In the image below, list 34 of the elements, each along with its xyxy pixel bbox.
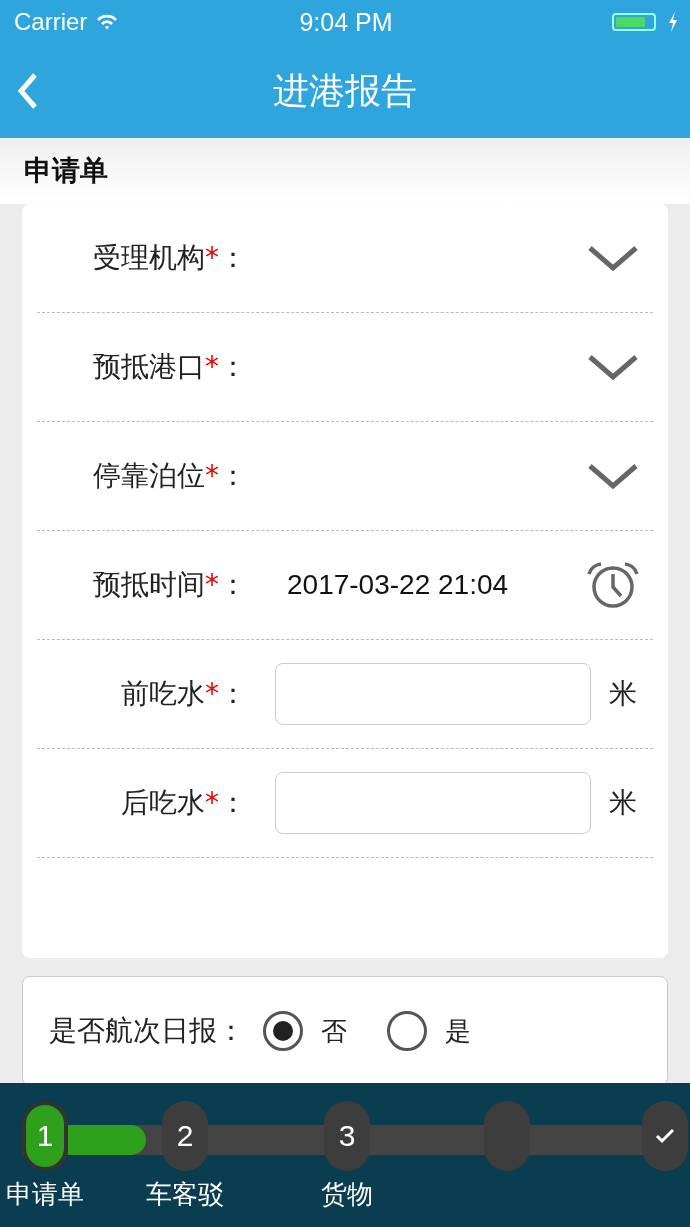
option-label: 否 bbox=[321, 1014, 347, 1048]
carrier-name: Carrier bbox=[14, 8, 88, 36]
time-value: 2017-03-22 21:04 bbox=[286, 569, 510, 601]
field-label: 预抵时间*： bbox=[92, 567, 248, 603]
status-time: 9:04 PM bbox=[299, 7, 393, 37]
field-label: 受理机构*： bbox=[92, 240, 248, 276]
field-label: 预抵港口*： bbox=[92, 349, 248, 385]
step-label: 申请单 bbox=[6, 1178, 84, 1211]
option-label: 是 bbox=[445, 1014, 471, 1048]
field-label: 是否航次日报： bbox=[49, 1013, 245, 1049]
wifi-icon bbox=[95, 13, 120, 31]
dropdown-icon[interactable] bbox=[587, 462, 639, 490]
alarm-clock-icon[interactable] bbox=[585, 560, 641, 610]
dropdown-icon[interactable] bbox=[587, 353, 639, 381]
input-field[interactable] bbox=[275, 663, 591, 725]
unit-label: 米 bbox=[609, 785, 637, 821]
field-label: 前吃水*： bbox=[120, 676, 248, 712]
radio-option[interactable]: 是 bbox=[387, 1011, 471, 1051]
charging-icon bbox=[668, 12, 678, 32]
radio-option[interactable]: 否 bbox=[263, 1011, 347, 1051]
back-icon[interactable] bbox=[18, 73, 38, 109]
step-label: 车客驳 bbox=[146, 1178, 224, 1211]
field-label: 停靠泊位*： bbox=[92, 458, 248, 494]
radio-button[interactable] bbox=[263, 1011, 303, 1051]
battery-icon bbox=[612, 13, 656, 31]
dropdown-icon[interactable] bbox=[587, 244, 639, 272]
section-title: 申请单 bbox=[24, 153, 108, 189]
field-label: 后吃水*： bbox=[120, 785, 248, 821]
step-label: 货物 bbox=[321, 1178, 373, 1211]
unit-label: 米 bbox=[609, 676, 637, 712]
radio-button[interactable] bbox=[387, 1011, 427, 1051]
check-icon bbox=[655, 1128, 675, 1144]
input-field[interactable] bbox=[275, 772, 591, 834]
page-title: 进港报告 bbox=[273, 68, 417, 113]
